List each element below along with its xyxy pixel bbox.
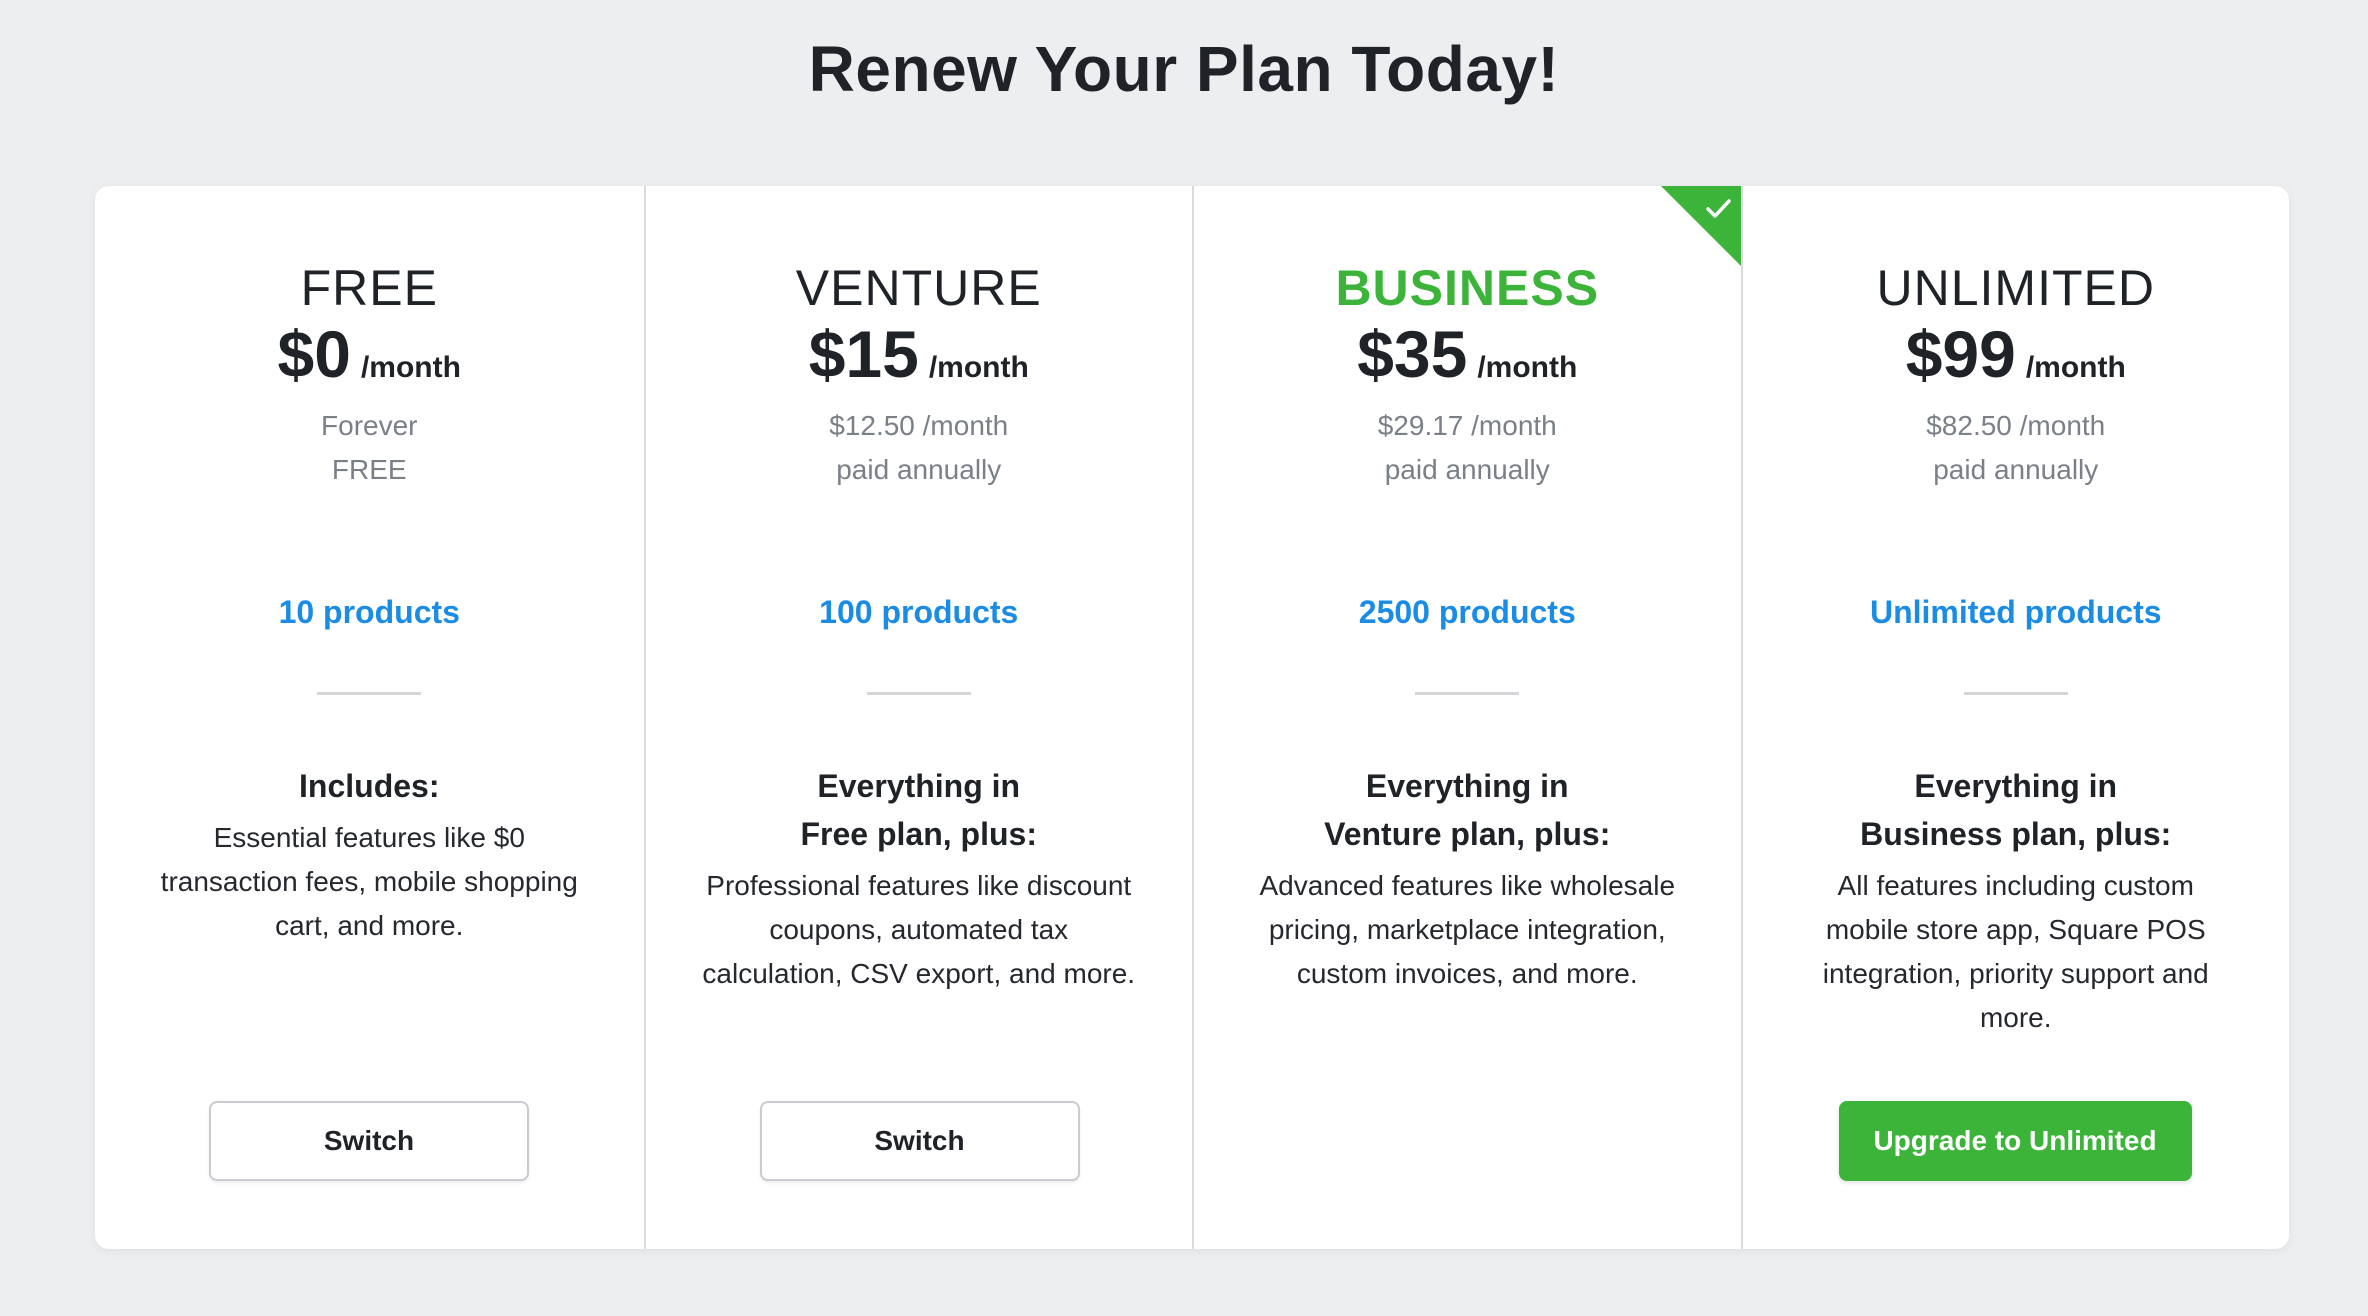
divider bbox=[1963, 692, 2068, 695]
features-heading: Everything in Business plan, plus: bbox=[1743, 762, 2290, 858]
heading-line: Everything in bbox=[1914, 768, 2118, 804]
description-line: calculation, CSV export, and more. bbox=[702, 958, 1136, 989]
description-line: Essential features like $0 bbox=[213, 822, 525, 853]
description-line: more. bbox=[1979, 1002, 2052, 1033]
heading-line: Free plan, plus: bbox=[800, 816, 1037, 852]
plan-column-unlimited: UNLIMITED $99/month $82.50 /month paid a… bbox=[1740, 186, 2290, 1249]
annual-price: $29.17 /month bbox=[1377, 410, 1557, 441]
plan-price: $35 bbox=[1357, 317, 1468, 391]
divider bbox=[317, 692, 422, 695]
plan-price: $99 bbox=[1905, 317, 2016, 391]
description-line: transaction fees, mobile shopping bbox=[160, 866, 578, 897]
plan-name: FREE bbox=[300, 260, 438, 316]
plan-column-venture: VENTURE $15/month $12.50 /month paid ann… bbox=[643, 186, 1193, 1249]
products-limit: Unlimited products bbox=[1869, 594, 2162, 630]
plan-price: $15 bbox=[808, 317, 919, 391]
features-description: Advanced features like wholesale pricing… bbox=[1234, 864, 1701, 996]
pricing-card: FREE $0/month Forever FREE 10 products I… bbox=[95, 186, 2289, 1249]
products-limit: 100 products bbox=[819, 594, 1019, 630]
current-plan-ribbon bbox=[1660, 186, 1741, 266]
annual-price: $82.50 /month bbox=[1926, 410, 2106, 441]
features-heading: Everything in Venture plan, plus: bbox=[1194, 762, 1741, 858]
price-note-line2: FREE bbox=[331, 454, 407, 485]
plan-name: UNLIMITED bbox=[1876, 260, 2155, 316]
heading-line: Everything in bbox=[817, 768, 1021, 804]
description-line: integration, priority support and bbox=[1822, 958, 2209, 989]
price-period: /month bbox=[928, 351, 1029, 384]
plan-name: VENTURE bbox=[795, 260, 1042, 316]
billing-note: paid annually bbox=[1933, 454, 2099, 485]
description-line: All features including custom bbox=[1837, 870, 2194, 901]
price-period: /month bbox=[360, 351, 461, 384]
plan-column-free: FREE $0/month Forever FREE 10 products I… bbox=[95, 186, 644, 1249]
heading-line: Everything in bbox=[1365, 768, 1569, 804]
price-row: $35/month bbox=[1194, 314, 1741, 413]
billing-note: paid annually bbox=[836, 454, 1002, 485]
billing-note: paid annually bbox=[1384, 454, 1550, 485]
heading-line: Business plan, plus: bbox=[1860, 816, 2172, 852]
products-limit: 10 products bbox=[278, 594, 460, 630]
switch-button[interactable]: Switch bbox=[759, 1101, 1080, 1181]
features-description: Professional features like discount coup… bbox=[686, 864, 1153, 996]
plan-column-business: BUSINESS $35/month $29.17 /month paid an… bbox=[1192, 186, 1741, 1249]
description-line: Professional features like discount bbox=[706, 870, 1132, 901]
price-row: $99/month bbox=[1743, 314, 2290, 413]
description-line: cart, and more. bbox=[275, 910, 464, 941]
description-line: coupons, automated tax bbox=[769, 914, 1069, 945]
plan-price: $0 bbox=[277, 317, 351, 391]
annual-price: $12.50 /month bbox=[829, 410, 1009, 441]
features-description: Essential features like $0 transaction f… bbox=[135, 816, 604, 948]
divider bbox=[866, 692, 971, 695]
description-line: custom invoices, and more. bbox=[1296, 958, 1638, 989]
features-heading: Includes: bbox=[299, 768, 440, 804]
heading-line: Venture plan, plus: bbox=[1324, 816, 1611, 852]
price-period: /month bbox=[1477, 351, 1578, 384]
price-period: /month bbox=[2025, 351, 2126, 384]
upgrade-to-unlimited-button[interactable]: Upgrade to Unlimited bbox=[1838, 1101, 2192, 1181]
page-title: Renew Your Plan Today! bbox=[808, 33, 1560, 105]
switch-button[interactable]: Switch bbox=[209, 1101, 529, 1181]
divider bbox=[1415, 692, 1520, 695]
price-row: $0/month bbox=[95, 314, 644, 413]
features-description: All features including custom mobile sto… bbox=[1783, 864, 2250, 1040]
features-heading: Everything in Free plan, plus: bbox=[646, 762, 1193, 858]
check-icon bbox=[1705, 199, 1731, 218]
plan-name: BUSINESS bbox=[1335, 260, 1600, 316]
description-line: mobile store app, Square POS bbox=[1825, 914, 2206, 945]
price-note-line1: Forever bbox=[321, 410, 418, 441]
products-limit: 2500 products bbox=[1358, 594, 1576, 630]
description-line: Advanced features like wholesale bbox=[1259, 870, 1676, 901]
price-row: $15/month bbox=[646, 314, 1193, 413]
description-line: pricing, marketplace integration, bbox=[1268, 914, 1666, 945]
